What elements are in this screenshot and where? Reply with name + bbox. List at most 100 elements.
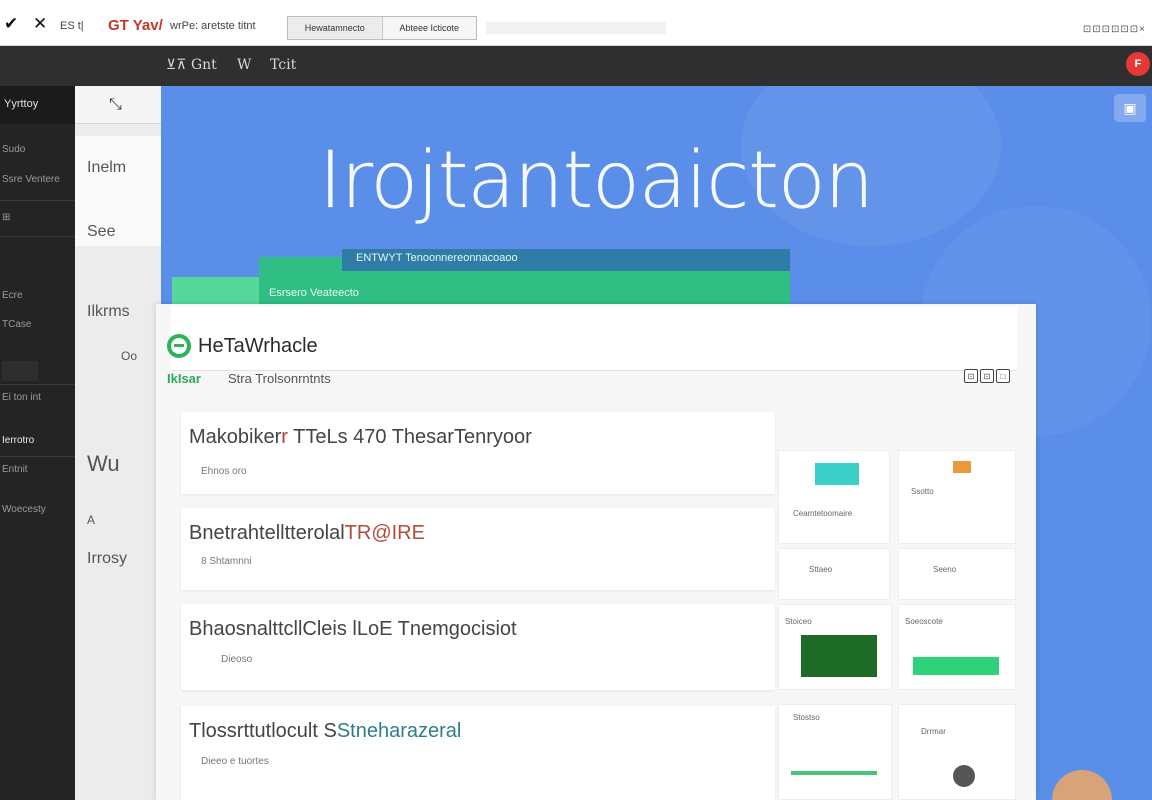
panel-title: HeTaWrhacle (198, 335, 318, 357)
sidebar: Yyrttoy Sudo Ssre Ventere ⊞ Ecre TCase E… (0, 86, 75, 800)
list-item-title: BnetrahtelltterolalTR@IRE (189, 522, 425, 545)
hero-title: Irojtantoaicton (319, 136, 874, 226)
panel-actions: ⊡ ⊡ □ (964, 369, 1010, 383)
address-bar[interactable] (486, 22, 666, 34)
sidebar-header[interactable]: Yyrttoy (0, 86, 75, 124)
content-panel: HeTaWrhacle IkIsar Stra Trolsonrntnts ⊡ … (156, 304, 1036, 800)
breadcrumb: ES t| (60, 20, 84, 32)
thumbnail-image (913, 657, 999, 675)
window-controls[interactable]: ⊡⊡⊡⊡⊡⊡× (1083, 24, 1146, 35)
title-part: Bhaosnalttcl (189, 618, 298, 640)
sidebar-divider (0, 456, 75, 457)
sidebar-item-6[interactable]: Ei ton int (2, 392, 41, 403)
title-part: terolal (290, 522, 345, 544)
list-item-meta: Ehnos oro (201, 466, 247, 477)
title-accent: TR@IRE (344, 522, 425, 544)
thumbnail-label: Soeoscote (905, 617, 943, 626)
column-header: ⤡ (75, 86, 161, 124)
thumbnail-card[interactable]: Seeno (898, 548, 1016, 600)
sidebar-item-5[interactable]: TCase (2, 319, 31, 330)
chat-icon[interactable]: ▣ (1114, 94, 1146, 122)
list-item[interactable]: BhaosnalttcllCleis lLoE Tnemgocisiot Die… (181, 604, 775, 690)
thumbnail-label: Drrmar (921, 727, 946, 736)
secondary-column: ⤡ Inelm See Ilkrms Oo Wu A Irrosy (75, 86, 161, 800)
list-item-meta: 8 Shtamnni (201, 556, 252, 567)
title-part: S (317, 720, 337, 742)
nav-item-w[interactable]: W (237, 57, 251, 73)
copy-icon[interactable]: ⊡ (980, 369, 994, 383)
thumbnail-label: Stoiceo (785, 617, 812, 626)
list-item[interactable]: BnetrahtelltterolalTR@IRE 8 Shtamnni (181, 508, 775, 590)
column-item-3[interactable]: Ilkrms (87, 303, 130, 321)
tab-group: Hewatamnecto Abteee Icticote (287, 16, 477, 40)
list-item-meta: Dieoso (221, 654, 253, 665)
title-part: lCleis lLoE Tnemgocisiot (297, 618, 517, 640)
column-item-7[interactable]: Irrosy (87, 550, 127, 568)
expand-icon[interactable]: □ (996, 369, 1010, 383)
browser-toolbar: ✔ ✕ ES t| GT Yav/ wrPe: aretste titnt He… (0, 0, 1152, 46)
breadcrumb-path: wrPe: aretste titnt (170, 20, 256, 32)
brand-logo-icon (167, 334, 191, 358)
thumbnail-card[interactable]: Ssotto (898, 450, 1016, 544)
title-part: Bnetrahtellt (189, 522, 291, 544)
sidebar-item-3[interactable]: ⊞ (2, 212, 10, 223)
thumbnail-image (815, 463, 859, 485)
column-item-5[interactable]: Wu (87, 451, 120, 477)
column-item-1[interactable]: Inelm (87, 159, 126, 177)
title-accent: Stneharazeral (336, 720, 462, 742)
brand-logo[interactable]: GT Yav/ (108, 17, 163, 34)
title-part: Tlossrttutlocult (189, 720, 318, 742)
thumbnail-label: Ceamtetoomaire (793, 509, 853, 518)
thumbnail-card[interactable]: Drrmar (898, 704, 1016, 800)
column-item-2[interactable]: See (87, 223, 115, 241)
list-item-meta: Dieeo e tuortes (201, 756, 269, 767)
tab-2[interactable]: Abteee Icticote (382, 17, 476, 39)
hero-stripe-light (172, 277, 262, 305)
title-accent: r (281, 426, 288, 448)
thumbnail-image (791, 771, 877, 775)
list-item-title: Tlossrttutlocult SStneharazeral (189, 720, 461, 743)
sidebar-item-8[interactable]: Entnit (2, 464, 28, 475)
back-arrow-icon[interactable]: ✔ (4, 15, 18, 32)
list-item-title: BhaosnalttcllCleis lLoE Tnemgocisiot (189, 618, 517, 641)
column-item-6[interactable]: A (87, 513, 95, 527)
thumbnail-image (953, 461, 971, 473)
sidebar-divider (0, 384, 75, 385)
list-item-title: Makobikerr TTeLs 470 ThesarTenryoor (189, 426, 532, 449)
edit-icon[interactable]: ⊡ (964, 369, 978, 383)
sidebar-item-1[interactable]: Sudo (2, 144, 25, 155)
sidebar-item-4[interactable]: Ecre (2, 290, 23, 301)
sidebar-item-2[interactable]: Ssre Ventere (2, 174, 60, 185)
sidebar-chip[interactable] (2, 361, 38, 381)
nav-item-home[interactable]: ⊻⊼ Gnt (166, 57, 217, 73)
close-icon[interactable]: ✕ (33, 15, 47, 32)
sidebar-divider (0, 236, 75, 237)
thumbnail-image (801, 635, 877, 677)
thumbnail-card[interactable]: Soeoscote (898, 604, 1016, 690)
column-item-4[interactable]: Oo (121, 349, 137, 363)
thumbnail-card[interactable]: Stoiceo (778, 604, 892, 690)
sidebar-item-7[interactable]: Ierrotro (2, 435, 34, 446)
thumbnail-label: Ssotto (911, 487, 934, 496)
list-item[interactable]: Tlossrttutlocult SStneharazeral Dieeo e … (181, 706, 775, 800)
thumbnail-label: Stostso (793, 713, 820, 722)
hero-stripe-dark: ENTWYT Tenoonnereonnacoaoo (342, 249, 790, 271)
thumbnail-label: Seeno (933, 565, 957, 574)
tab-1[interactable]: Hewatamnecto (288, 17, 383, 39)
avatar (953, 765, 975, 787)
title-part: TTeLs 470 ThesarTenryoor (287, 426, 532, 448)
user-avatar[interactable]: F (1126, 52, 1150, 76)
sidebar-item-9[interactable]: Woecesty (2, 504, 46, 515)
title-part: Makobiker (189, 426, 282, 448)
panel-subtitle: Stra Trolsonrntnts (228, 371, 331, 386)
list-item[interactable]: Makobikerr TTeLs 470 ThesarTenryoor Ehno… (181, 412, 775, 494)
nav-item-text[interactable]: Tcit (270, 57, 296, 73)
thumbnail-card[interactable]: Ceamtetoomaire (778, 450, 890, 544)
thumbnail-label: Sttaeo (809, 565, 833, 574)
collapse-icon[interactable]: ⤡ (109, 96, 122, 114)
thumbnail-card[interactable]: Sttaeo (778, 548, 890, 600)
sidebar-divider (0, 200, 75, 201)
app-header: ⊻⊼ Gnt W Tcit F (0, 46, 1152, 86)
panel-subtitle-tag: IkIsar (167, 371, 201, 386)
thumbnail-card[interactable]: Stostso (778, 704, 892, 800)
